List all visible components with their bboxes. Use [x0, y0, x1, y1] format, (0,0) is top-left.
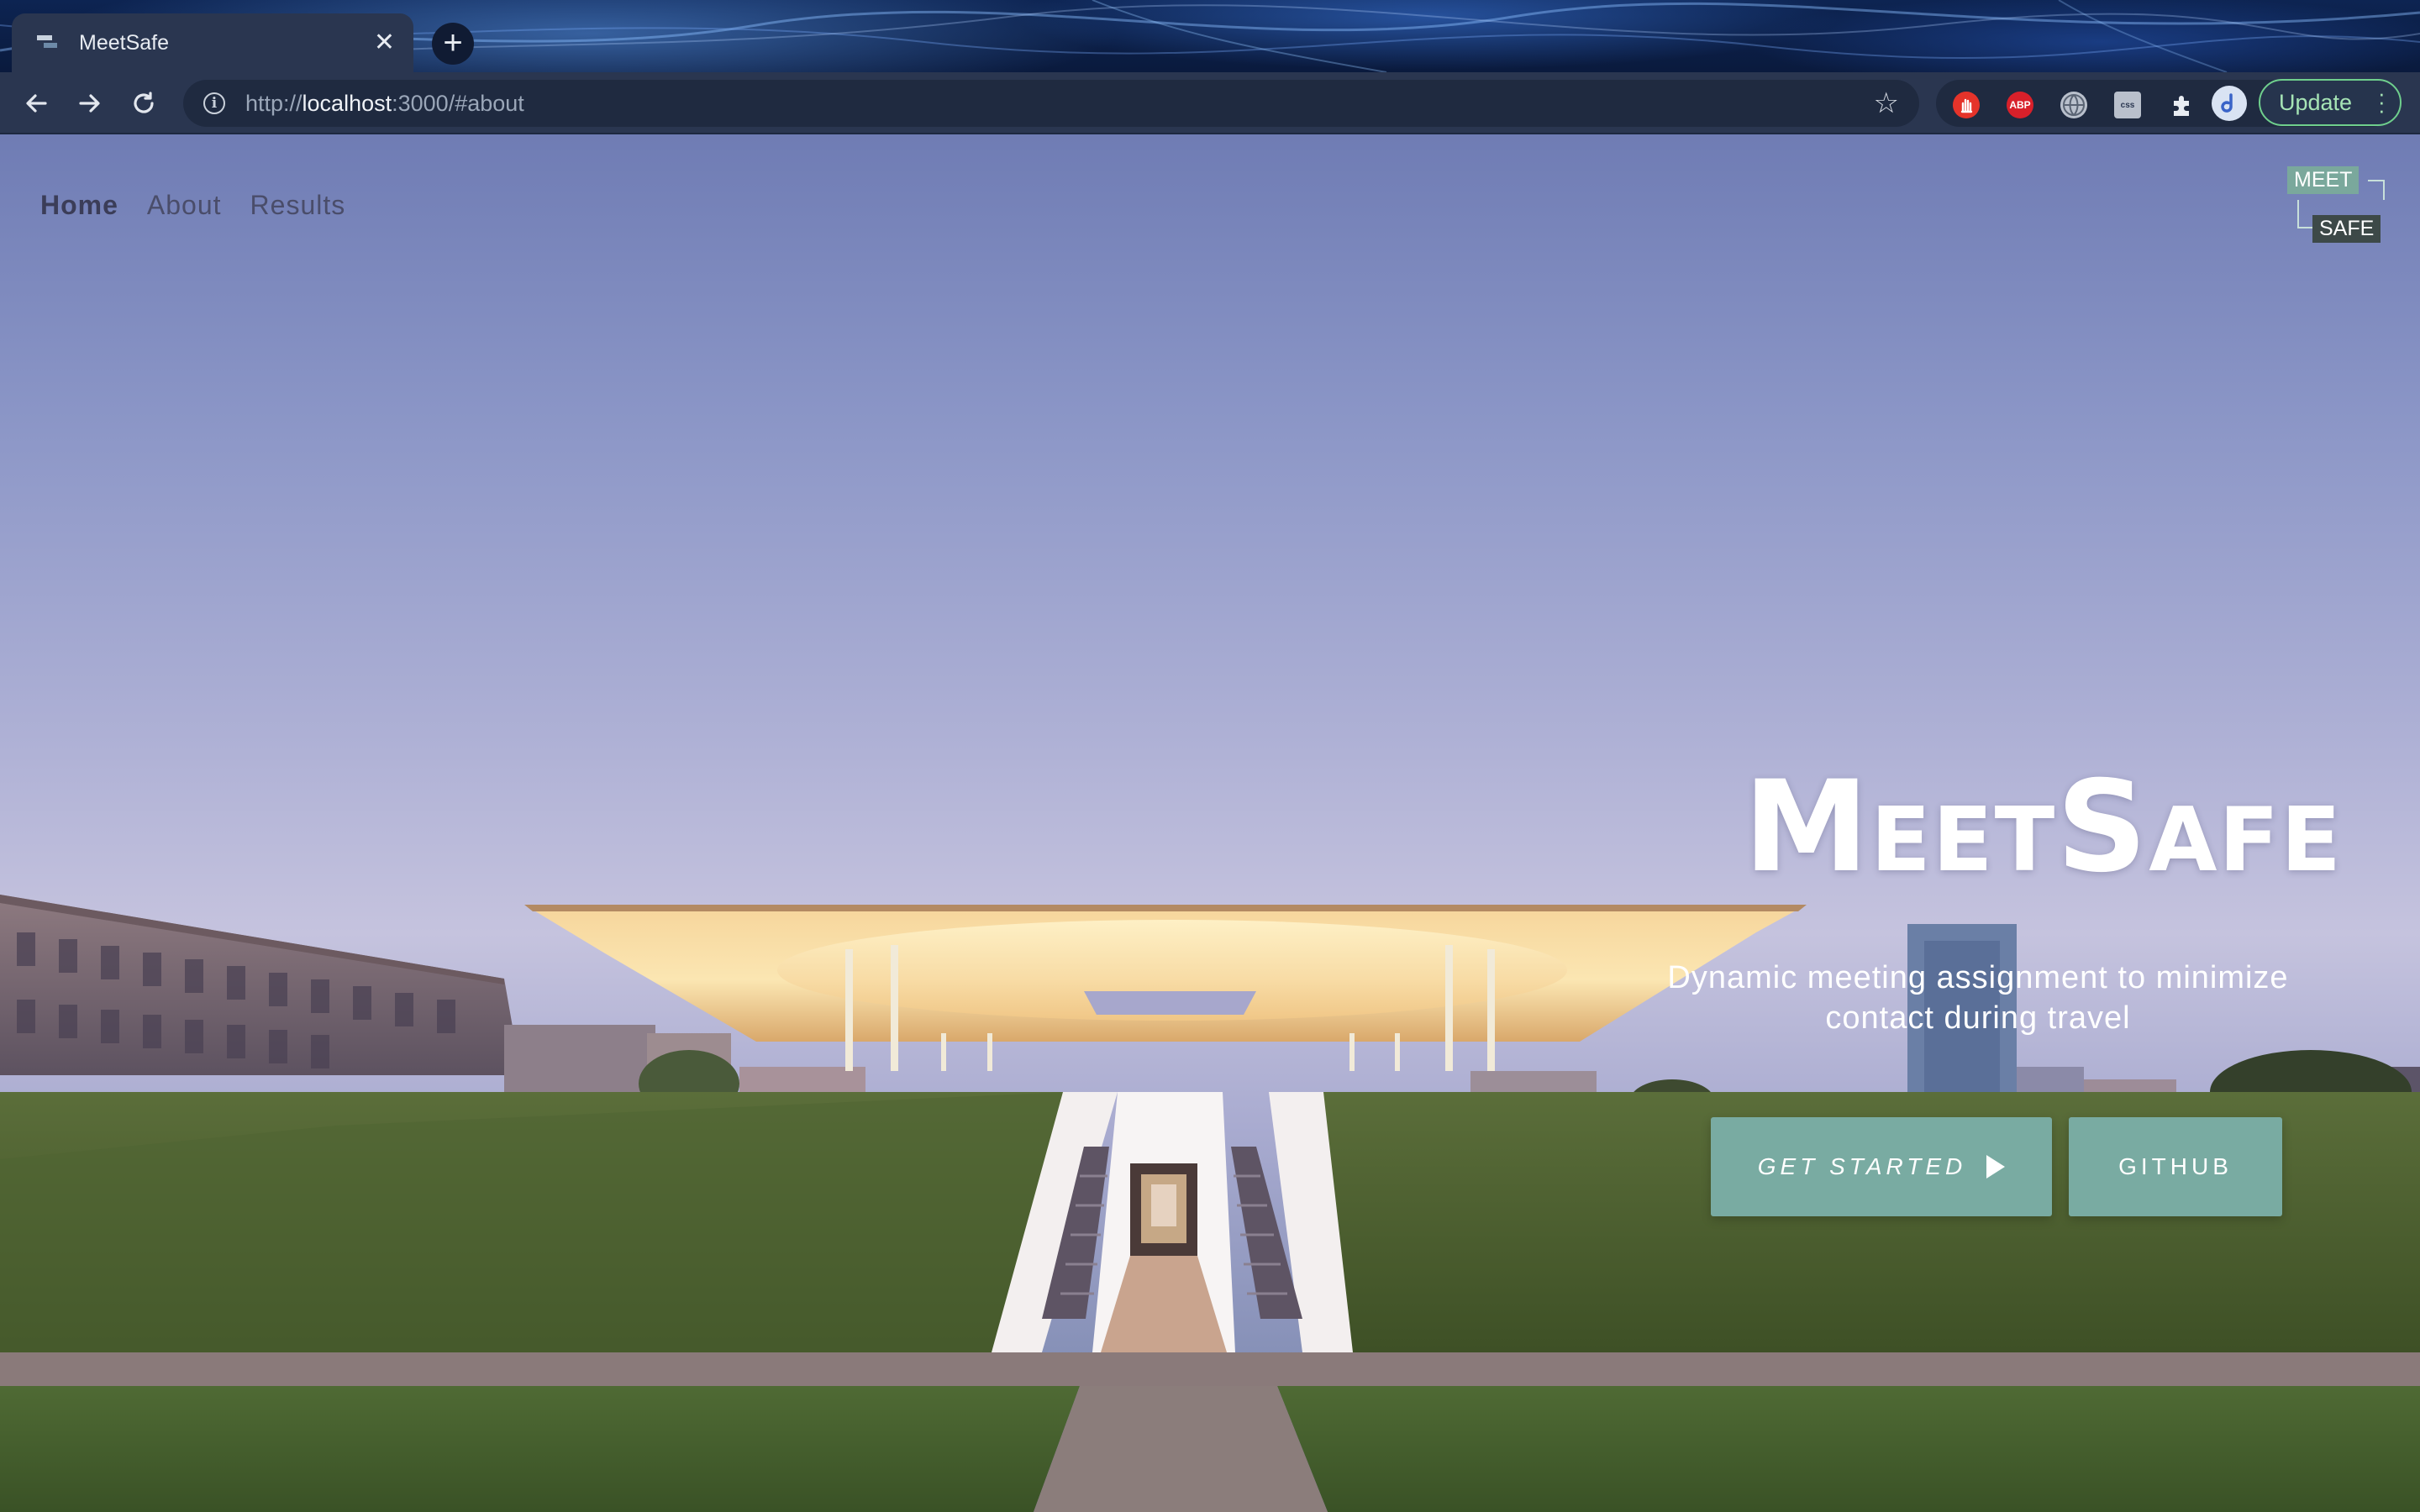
site-nav: Home About Results — [40, 190, 345, 221]
logo-bracket-top — [2368, 180, 2385, 200]
css-viewer-icon[interactable]: css — [2114, 92, 2141, 118]
browser-toolbar: i http://localhost:3000/#about ☆ ABP css — [0, 72, 2420, 134]
github-label: GITHUB — [2118, 1153, 2233, 1179]
github-button[interactable]: GITHUB — [2069, 1117, 2282, 1216]
get-started-button[interactable]: GET STARTED — [1711, 1117, 2052, 1216]
star-icon[interactable]: ☆ — [1874, 87, 1899, 120]
nav-results[interactable]: Results — [250, 190, 346, 221]
hero-subtitle-line1: Dynamic meeting assignment to minimize — [1667, 960, 2289, 995]
meetsafe-favicon-icon — [35, 33, 59, 53]
meetsafe-logo[interactable]: MEET SAFE — [2282, 163, 2386, 247]
new-tab-button[interactable]: + — [432, 23, 474, 65]
logo-safe: SAFE — [2312, 215, 2381, 243]
update-button[interactable]: Update · · · — [2259, 79, 2402, 126]
kebab-menu-icon[interactable]: · · · — [2378, 82, 2386, 121]
get-started-label: GET STARTED — [1757, 1153, 1967, 1179]
back-button[interactable] — [15, 82, 57, 124]
puzzle-extensions-icon[interactable] — [2168, 92, 2195, 118]
logo-bracket-bottom — [2297, 200, 2312, 228]
browser-tab-active[interactable]: MeetSafe ✕ — [12, 13, 413, 72]
hand-stop-icon[interactable] — [1953, 92, 1980, 118]
logo-meet: MEET — [2287, 166, 2360, 194]
reload-icon — [134, 92, 154, 113]
arrow-left-icon — [26, 94, 47, 113]
address-bar[interactable]: i http://localhost:3000/#about ☆ — [183, 80, 1919, 127]
tab-title: MeetSafe — [79, 30, 170, 55]
hero-title: MeetSafe — [1743, 754, 2343, 900]
page-viewport: Home About Results MEET SAFE MeetSafe Dy… — [0, 134, 2420, 1512]
nav-about[interactable]: About — [147, 190, 222, 221]
tab-close-icon[interactable]: ✕ — [374, 30, 395, 55]
hero-subtitle-line2: contact during travel — [1825, 1000, 2131, 1036]
browser-tabstrip: MeetSafe ✕ + — [0, 0, 2420, 72]
reload-button[interactable] — [123, 82, 165, 124]
url-text[interactable]: http://localhost:3000/#about — [245, 91, 1874, 117]
play-icon — [1986, 1155, 2006, 1179]
nav-home[interactable]: Home — [40, 190, 118, 221]
arrow-right-icon — [79, 94, 100, 113]
update-label: Update — [2279, 89, 2353, 115]
globe-icon[interactable] — [2060, 92, 2087, 118]
adblock-plus-icon[interactable]: ABP — [2007, 92, 2033, 118]
hero-subtitle: Dynamic meeting assignment to minimize c… — [1617, 958, 2339, 1038]
profile-avatar-icon[interactable] — [2212, 86, 2247, 121]
forward-button[interactable] — [69, 82, 111, 124]
site-info-icon[interactable]: i — [203, 92, 225, 114]
